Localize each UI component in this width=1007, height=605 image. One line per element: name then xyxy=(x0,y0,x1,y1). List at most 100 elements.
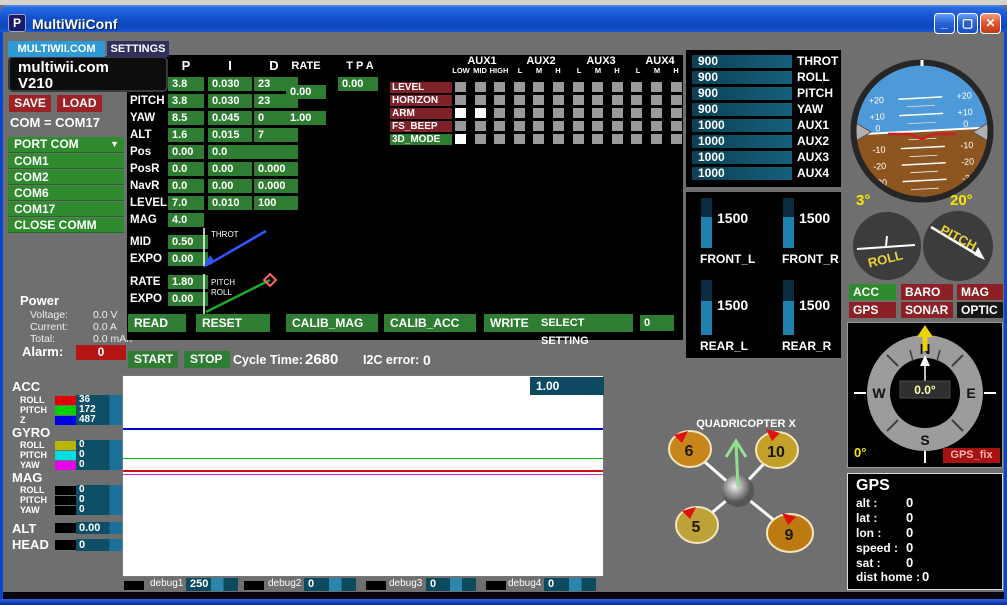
aux-checkbox[interactable] xyxy=(494,134,506,144)
stop-button[interactable]: STOP xyxy=(184,351,230,368)
aux-checkbox[interactable] xyxy=(670,108,682,118)
aux-checkbox[interactable] xyxy=(611,95,623,105)
aux-checkbox[interactable] xyxy=(533,121,545,131)
close-button[interactable]: ✕ xyxy=(980,13,1001,34)
aux-checkbox[interactable] xyxy=(631,121,643,131)
aux-checkbox[interactable] xyxy=(592,108,604,118)
pid-alt-p[interactable]: 1.6 xyxy=(168,128,204,142)
save-button[interactable]: SAVE xyxy=(9,95,51,112)
aux-checkbox[interactable] xyxy=(494,108,506,118)
aux-checkbox[interactable] xyxy=(611,134,623,144)
aux-checkbox[interactable] xyxy=(552,82,564,92)
aux-checkbox[interactable] xyxy=(670,95,682,105)
aux-checkbox[interactable] xyxy=(552,95,564,105)
title-bar[interactable]: P MultiWiiConf _ ▢ ✕ xyxy=(0,5,1007,34)
aux-checkbox[interactable] xyxy=(572,82,584,92)
aux-checkbox[interactable] xyxy=(455,82,466,92)
aux-checkbox[interactable] xyxy=(572,108,584,118)
aux-checkbox[interactable] xyxy=(474,134,486,144)
gps-toggle-button[interactable]: GPS xyxy=(849,302,896,318)
aux-checkbox[interactable] xyxy=(533,134,545,144)
aux-checkbox[interactable] xyxy=(631,108,643,118)
pid-navr-d[interactable]: 0.000 xyxy=(254,179,298,193)
aux-checkbox[interactable] xyxy=(533,108,545,118)
aux-checkbox[interactable] xyxy=(592,95,604,105)
aux-checkbox[interactable] xyxy=(631,95,643,105)
port-com-dropdown[interactable]: PORT COM ▼ xyxy=(8,137,124,153)
aux-checkbox[interactable] xyxy=(513,121,525,131)
aux-checkbox[interactable] xyxy=(572,121,584,131)
pid-yaw-i[interactable]: 0.045 xyxy=(208,111,252,125)
aux-checkbox[interactable] xyxy=(592,121,604,131)
aux-checkbox[interactable] xyxy=(513,134,525,144)
port-item-com17[interactable]: COM17 xyxy=(8,202,124,217)
aux-checkbox[interactable] xyxy=(572,134,584,144)
tab-settings[interactable]: SETTINGS xyxy=(107,41,169,57)
pid-level-p[interactable]: 7.0 xyxy=(168,196,204,210)
pid-posr-d[interactable]: 0.000 xyxy=(254,162,298,176)
aux-checkbox[interactable] xyxy=(455,134,466,144)
pid-navr-p[interactable]: 0.0 xyxy=(168,179,204,193)
aux-checkbox[interactable] xyxy=(650,121,662,131)
yaw-rate-box[interactable]: 1.00 xyxy=(286,111,326,125)
sonar-toggle-button[interactable]: SONAR xyxy=(901,302,953,318)
aux-checkbox[interactable] xyxy=(650,82,662,92)
aux-checkbox[interactable] xyxy=(513,82,525,92)
aux-checkbox[interactable] xyxy=(455,108,466,118)
select-setting-button[interactable]: SELECT SETTING xyxy=(535,314,633,347)
aux-checkbox[interactable] xyxy=(670,134,682,144)
aux-checkbox[interactable] xyxy=(611,121,623,131)
aux-checkbox[interactable] xyxy=(552,121,564,131)
aux-checkbox[interactable] xyxy=(513,108,525,118)
aux-checkbox[interactable] xyxy=(552,134,564,144)
calib-acc-button[interactable]: CALIB_ACC xyxy=(384,314,476,332)
acc-toggle-button[interactable]: ACC xyxy=(849,284,896,300)
rollpitch-rate-box[interactable]: 0.00 xyxy=(286,85,326,99)
aux-checkbox[interactable] xyxy=(650,95,662,105)
mag-toggle-button[interactable]: MAG xyxy=(957,284,1003,300)
pid-posr-i[interactable]: 0.00 xyxy=(208,162,252,176)
aux-checkbox[interactable] xyxy=(455,121,466,131)
aux-checkbox[interactable] xyxy=(631,134,643,144)
pid-posr-p[interactable]: 0.0 xyxy=(168,162,204,176)
pid-pitch-i[interactable]: 0.030 xyxy=(208,94,252,108)
pid-pos-p[interactable]: 0.00 xyxy=(168,145,204,159)
aux-checkbox[interactable] xyxy=(572,95,584,105)
tpa-box[interactable]: 0.00 xyxy=(338,77,378,91)
aux-checkbox[interactable] xyxy=(474,121,486,131)
graph-scale-box[interactable]: 1.00 xyxy=(530,377,604,395)
aux-checkbox[interactable] xyxy=(592,134,604,144)
pid-level-i[interactable]: 0.010 xyxy=(208,196,252,210)
load-button[interactable]: LOAD xyxy=(57,95,102,112)
aux-checkbox[interactable] xyxy=(650,108,662,118)
pid-alt-i[interactable]: 0.015 xyxy=(208,128,252,142)
pid-pitch-p[interactable]: 3.8 xyxy=(168,94,204,108)
minimize-button[interactable]: _ xyxy=(934,13,955,34)
start-button[interactable]: START xyxy=(128,351,178,368)
port-item-com2[interactable]: COM2 xyxy=(8,170,124,185)
aux-checkbox[interactable] xyxy=(494,82,506,92)
pid-roll-i[interactable]: 0.030 xyxy=(208,77,252,91)
aux-checkbox[interactable] xyxy=(533,82,545,92)
aux-checkbox[interactable] xyxy=(650,134,662,144)
pid-alt-d[interactable]: 7 xyxy=(254,128,298,142)
aux-checkbox[interactable] xyxy=(494,95,506,105)
setting-value-box[interactable]: 0 xyxy=(640,315,674,331)
aux-checkbox[interactable] xyxy=(533,95,545,105)
reset-button[interactable]: RESET xyxy=(196,314,270,332)
calib-mag-button[interactable]: CALIB_MAG xyxy=(286,314,378,332)
aux-checkbox[interactable] xyxy=(474,108,486,118)
aux-checkbox[interactable] xyxy=(494,121,506,131)
aux-checkbox[interactable] xyxy=(670,121,682,131)
port-item-com1[interactable]: COM1 xyxy=(8,154,124,169)
pid-navr-i[interactable]: 0.00 xyxy=(208,179,252,193)
aux-checkbox[interactable] xyxy=(592,82,604,92)
aux-checkbox[interactable] xyxy=(455,95,466,105)
baro-toggle-button[interactable]: BARO xyxy=(901,284,953,300)
optic-toggle-button[interactable]: OPTIC xyxy=(957,302,1003,318)
aux-checkbox[interactable] xyxy=(552,108,564,118)
aux-checkbox[interactable] xyxy=(474,95,486,105)
pid-level-d[interactable]: 100 xyxy=(254,196,298,210)
aux-checkbox[interactable] xyxy=(611,82,623,92)
aux-checkbox[interactable] xyxy=(474,82,486,92)
